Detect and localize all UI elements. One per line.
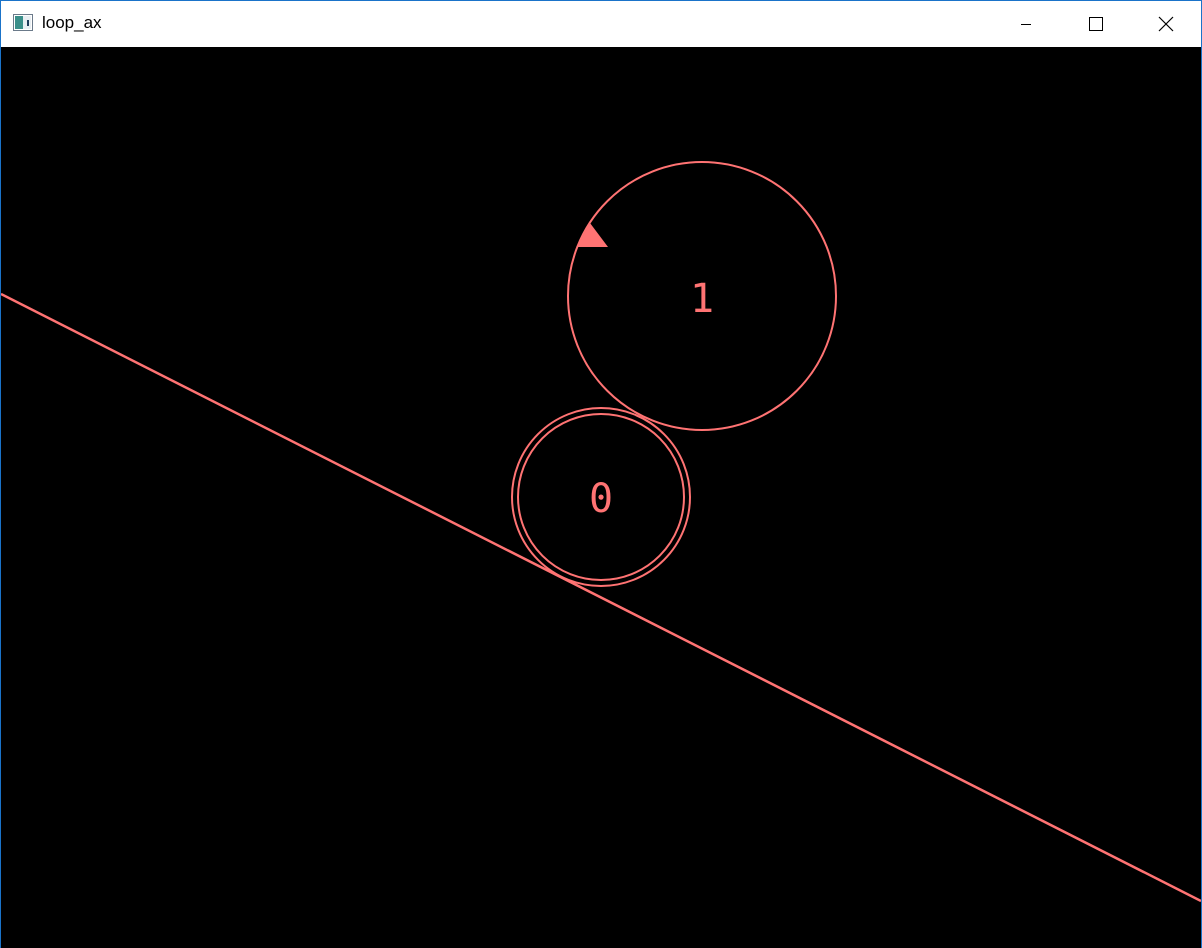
app-icon	[13, 14, 33, 31]
window-title: loop_ax	[42, 13, 102, 32]
body-1-label: 1	[690, 276, 714, 322]
close-icon	[1158, 16, 1174, 31]
simulation-canvas[interactable]: 0 1	[1, 47, 1201, 948]
body-0: 0	[511, 407, 691, 587]
app-window: loop_ax 0 1	[0, 0, 1202, 948]
minimize-icon	[1021, 23, 1031, 25]
maximize-icon	[1089, 16, 1103, 31]
title-bar[interactable]: loop_ax	[1, 1, 1201, 46]
body-1: 1	[567, 161, 837, 431]
scene-svg: 0 1	[1, 161, 1201, 903]
minimize-button[interactable]	[991, 1, 1061, 46]
body-0-label: 0	[589, 476, 613, 522]
maximize-button[interactable]	[1061, 1, 1131, 46]
close-button[interactable]	[1131, 1, 1201, 46]
